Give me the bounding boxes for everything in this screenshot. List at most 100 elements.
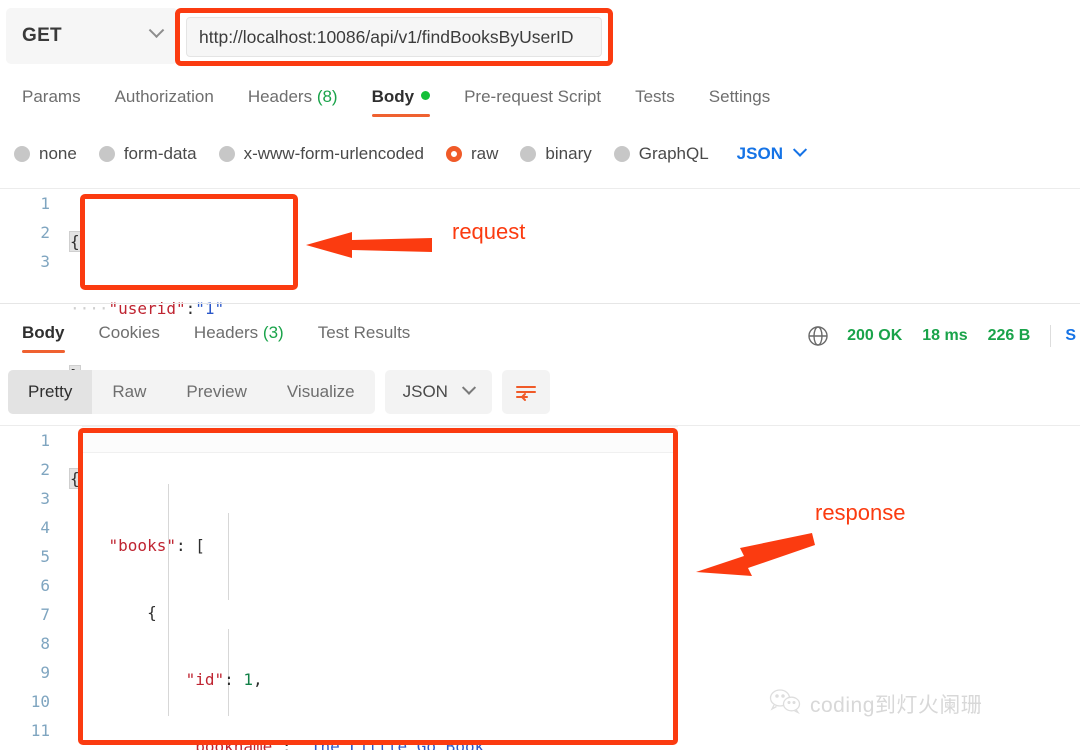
code-line: "id": 1, [185, 670, 263, 689]
json-string: "The Little Go Book" [301, 737, 494, 750]
http-method-selector[interactable]: GET [6, 8, 178, 64]
view-mode-visualize[interactable]: Visualize [267, 370, 375, 414]
line-number: 5 [40, 547, 50, 566]
response-tab-test-results[interactable]: Test Results [306, 319, 423, 353]
radio-label: binary [545, 144, 592, 163]
tab-settings[interactable]: Settings [697, 83, 782, 117]
json-key: "books" [108, 536, 176, 555]
panel-divider[interactable] [0, 303, 1080, 304]
tab-label: Cookies [98, 323, 160, 342]
line-number: 11 [30, 721, 50, 740]
line-number: 8 [40, 634, 50, 653]
text-cursor [79, 469, 82, 488]
response-status-bar: 200 OK 18 ms 226 B S [807, 318, 1080, 354]
request-body-editor[interactable]: 1 2 3 { ····"userid":"1" } [0, 188, 1080, 386]
divider [1050, 325, 1052, 347]
view-mode-preview[interactable]: Preview [166, 370, 266, 414]
tab-params[interactable]: Params [10, 83, 93, 117]
code-line: { [69, 227, 224, 256]
tab-authorization[interactable]: Authorization [103, 83, 226, 117]
headers-count: (8) [316, 87, 338, 106]
indent-dots: ···· [70, 299, 109, 318]
radio-dot-icon [98, 146, 115, 162]
code-line: "books": [ [108, 536, 205, 555]
status-code[interactable]: 200 OK [847, 327, 902, 345]
tab-label: Params [22, 87, 81, 106]
json-number: 1 [243, 670, 254, 689]
radio-label: form-data [123, 144, 197, 163]
globe-icon[interactable] [807, 325, 829, 347]
line-number: 2 [40, 460, 50, 479]
radio-binary[interactable]: binary [520, 144, 592, 164]
line-number: 9 [40, 663, 50, 682]
tab-label: Body [22, 323, 65, 342]
chevron-down-icon [792, 142, 808, 157]
postman-window: GET http://localhost:10086/api/v1/findBo… [0, 0, 1080, 750]
tab-headers[interactable]: Headers (8) [236, 83, 350, 117]
view-mode-raw[interactable]: Raw [92, 370, 166, 414]
radio-raw[interactable]: raw [446, 144, 498, 164]
response-body-code[interactable]: { "books": [ { "id": 1, "bookname": "The… [69, 426, 581, 750]
response-tab-cookies[interactable]: Cookies [87, 319, 172, 353]
json-value: "1" [195, 299, 225, 318]
code-line: { [69, 464, 581, 493]
response-size[interactable]: 226 B [988, 327, 1031, 345]
request-line-numbers: 1 2 3 [0, 189, 62, 300]
line-number: 2 [40, 223, 50, 242]
radio-none[interactable]: none [14, 144, 77, 164]
request-url-row: GET http://localhost:10086/api/v1/findBo… [0, 0, 1080, 72]
radio-label: raw [471, 144, 499, 163]
response-view-mode-group: Pretty Raw Preview Visualize [8, 370, 375, 414]
radio-label: none [39, 144, 77, 163]
view-mode-pretty[interactable]: Pretty [8, 370, 93, 414]
tab-body[interactable]: Body [360, 83, 443, 117]
request-annotation-label: request [452, 219, 526, 244]
format-value: JSON [736, 144, 783, 163]
radio-x-www-form-urlencoded[interactable]: x-www-form-urlencoded [218, 144, 425, 164]
line-number: 3 [40, 489, 50, 508]
wechat-icon [768, 688, 802, 720]
json-key: "userid" [108, 299, 186, 318]
request-body-code[interactable]: { ····"userid":"1" } [69, 189, 224, 386]
tab-tests[interactable]: Tests [623, 83, 687, 117]
response-line-numbers: 1 2 3 4 5 6 7 8 9 10 11 12 [0, 426, 62, 750]
tab-pre-request-script[interactable]: Pre-request Script [452, 83, 613, 117]
response-format-select[interactable]: JSON [384, 370, 492, 414]
body-type-radio-group: none form-data x-www-form-urlencoded raw… [14, 138, 1074, 170]
line-number: 10 [30, 692, 50, 711]
save-response-button[interactable]: S [1065, 327, 1076, 345]
tab-label: Body [371, 87, 415, 106]
response-tab-body[interactable]: Body [10, 319, 77, 353]
watermark: coding到灯火阑珊 [768, 688, 982, 720]
line-number: 1 [40, 431, 50, 450]
response-annotation-label: response [815, 500, 906, 525]
radio-graphql[interactable]: GraphQL [613, 144, 709, 164]
watermark-text: coding到灯火阑珊 [810, 694, 983, 717]
line-number: 7 [40, 605, 50, 624]
line-number: 3 [40, 252, 50, 271]
tab-label: Headers [247, 87, 313, 106]
tab-label: Test Results [317, 323, 411, 342]
line-number: 6 [40, 576, 50, 595]
http-method-label: GET [22, 25, 62, 46]
url-input[interactable]: http://localhost:10086/api/v1/findBooksB… [186, 17, 602, 57]
response-tab-headers[interactable]: Headers (3) [182, 319, 296, 353]
tab-label: Headers [193, 323, 259, 342]
word-wrap-toggle[interactable] [501, 370, 550, 414]
line-number: 12 [0, 745, 50, 750]
tab-label: Pre-request Script [464, 87, 602, 106]
radio-label: GraphQL [638, 144, 709, 163]
request-tabs: Params Authorization Headers (8) Body Pr… [0, 80, 1080, 120]
radio-dot-icon [613, 146, 630, 162]
format-value: JSON [402, 382, 448, 401]
request-body-format-select[interactable]: JSON [736, 142, 808, 164]
tab-label: Authorization [114, 87, 214, 106]
open-brace: { [69, 231, 81, 252]
radio-dot-icon [520, 146, 537, 162]
radio-dot-icon [14, 146, 30, 162]
radio-label: x-www-form-urlencoded [243, 144, 425, 163]
response-time[interactable]: 18 ms [922, 327, 967, 345]
json-key: "bookname" [185, 737, 282, 750]
radio-form-data[interactable]: form-data [98, 144, 197, 164]
response-tabs: Body Cookies Headers (3) Test Results [10, 318, 432, 354]
